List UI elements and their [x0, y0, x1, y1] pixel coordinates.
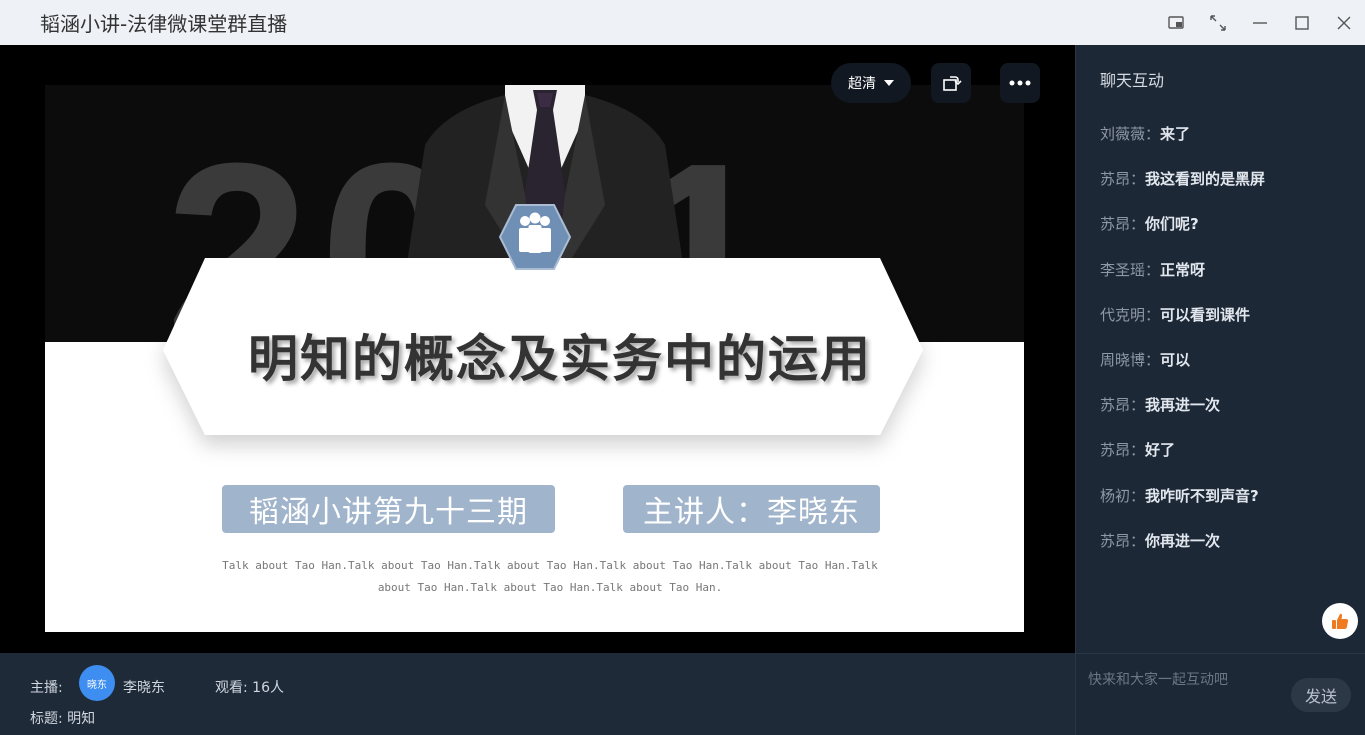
chat-input[interactable]: [1088, 668, 1288, 692]
message-text: 可以看到课件: [1160, 305, 1251, 324]
message-sender: 苏昂：: [1100, 441, 1146, 460]
thumbs-up-icon: [1332, 613, 1349, 629]
chat-message: 李圣瑶：正常呀: [1100, 259, 1360, 304]
stream-info-bar: 主播: 晓东 李晓东 观看: 16人 标题: 明知: [0, 653, 1075, 735]
chat-message: 杨初：我咋听不到声音?: [1100, 485, 1360, 530]
chat-message-list[interactable]: 刘薇薇：来了 苏昂：我这看到的是黑屏 苏昂：你们呢? 李圣瑶：正常呀 代克明：可…: [1100, 123, 1360, 575]
title-bar: 韬涵小讲-法律微课堂群直播: [0, 0, 1365, 45]
message-sender: 苏昂：: [1100, 215, 1146, 234]
message-text: 来了: [1160, 125, 1191, 143]
caret-down-icon: [884, 80, 894, 86]
message-sender: 杨初：: [1100, 486, 1146, 505]
maximize-icon: [1295, 15, 1309, 30]
message-text: 我再进一次: [1145, 396, 1221, 415]
message-text: 你再进一次: [1145, 531, 1221, 550]
message-sender: 李圣瑶：: [1100, 260, 1161, 279]
chat-message: 周晓博：可以: [1100, 349, 1360, 394]
message-sender: 苏昂：: [1100, 396, 1146, 415]
message-sender: 周晓博：: [1100, 350, 1161, 369]
quality-label: 超清: [848, 76, 876, 92]
minimize-button[interactable]: [1239, 0, 1281, 45]
chat-message: 苏昂：你们呢?: [1100, 213, 1360, 258]
chat-message: 苏昂：我这看到的是黑屏: [1100, 168, 1360, 213]
like-button[interactable]: [1322, 603, 1358, 639]
chat-message: 刘薇薇：来了: [1100, 123, 1360, 168]
chat-message: 代克明：可以看到课件: [1100, 304, 1360, 349]
message-sender: 刘薇薇：: [1100, 125, 1161, 143]
message-text: 好了: [1145, 441, 1176, 460]
message-text: 正常呀: [1160, 260, 1206, 279]
stream-topic: 标题: 明知: [30, 711, 96, 727]
more-options-button[interactable]: [1000, 63, 1040, 103]
chat-message: 苏昂：好了: [1100, 439, 1360, 484]
slide-title: 明知的概念及实务中的运用: [248, 329, 872, 388]
more-dots-icon: [1009, 80, 1031, 86]
rotate-button[interactable]: [931, 63, 971, 103]
window-title: 韬涵小讲-法律微课堂群直播: [40, 12, 288, 36]
picture-in-picture-icon: [1168, 15, 1184, 29]
speaker-label: 主讲人：李晓东: [623, 485, 880, 533]
chat-composer: 发送: [1075, 653, 1365, 735]
close-button[interactable]: [1323, 0, 1365, 45]
fullscreen-button[interactable]: [1197, 0, 1239, 45]
presentation-slide: 2021 明知的概念及实务中的运用 韬涵小: [45, 85, 1024, 632]
rotate-icon: [943, 76, 962, 91]
quality-selector[interactable]: 超清: [831, 63, 911, 103]
message-sender: 苏昂：: [1100, 531, 1146, 550]
avatar[interactable]: 晓东: [79, 665, 115, 701]
host-label: 主播:: [30, 680, 63, 696]
expand-icon: [1210, 14, 1226, 31]
message-text: 我这看到的是黑屏: [1145, 170, 1266, 189]
host-name: 李晓东: [123, 680, 165, 696]
team-badge-icon: [498, 204, 572, 270]
chat-title: 聊天互动: [1100, 71, 1165, 90]
message-text: 我咋听不到声音?: [1145, 486, 1259, 505]
pip-button[interactable]: [1155, 0, 1197, 45]
slide-tagline: Talk about Tao Han.Talk about Tao Han.Ta…: [222, 559, 878, 594]
window-controls: [1155, 0, 1365, 45]
message-sender: 代克明：: [1100, 305, 1161, 324]
message-text: 可以: [1160, 350, 1191, 369]
video-player[interactable]: 2021 明知的概念及实务中的运用 韬涵小: [0, 45, 1075, 653]
maximize-button[interactable]: [1281, 0, 1323, 45]
minimize-icon: [1253, 21, 1267, 24]
viewer-count: 观看: 16人: [215, 680, 284, 696]
send-button[interactable]: 发送: [1291, 678, 1351, 712]
chat-message: 苏昂：你再进一次: [1100, 530, 1360, 575]
close-icon: [1337, 16, 1351, 29]
message-text: 你们呢?: [1145, 215, 1199, 234]
message-sender: 苏昂：: [1100, 170, 1146, 189]
episode-label: 韬涵小讲第九十三期: [222, 485, 555, 533]
chat-message: 苏昂：我再进一次: [1100, 394, 1360, 439]
chat-panel: 聊天互动 刘薇薇：来了 苏昂：我这看到的是黑屏 苏昂：你们呢? 李圣瑶：正常呀 …: [1075, 45, 1365, 653]
